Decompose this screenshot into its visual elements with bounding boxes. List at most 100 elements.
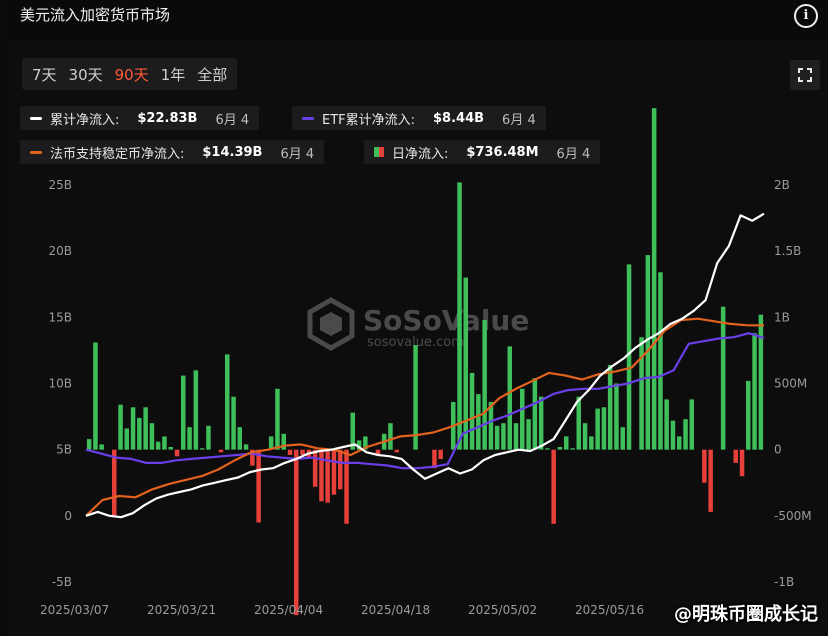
daily-bar[interactable] [93, 342, 98, 450]
daily-bar[interactable] [532, 378, 538, 450]
x-tick: 2025/05/02 [468, 603, 537, 617]
daily-bar[interactable] [162, 436, 167, 450]
daily-bar[interactable] [463, 277, 469, 450]
y-left-tick: -5B [52, 575, 72, 589]
axes: -5B 0 5B 10B 15B 20B 25B -1B -500M 0 500M 1B 1.5B 2B 2… [40, 178, 812, 617]
daily-bar[interactable] [155, 441, 161, 450]
daily-bar[interactable] [174, 449, 180, 457]
daily-bar[interactable] [582, 423, 588, 450]
daily-bar[interactable] [457, 182, 462, 450]
daily-bar[interactable] [193, 370, 199, 450]
daily-bar[interactable] [589, 436, 594, 450]
daily-bar[interactable] [137, 417, 142, 450]
daily-bar[interactable] [312, 449, 318, 487]
daily-bar[interactable] [112, 449, 117, 516]
daily-bar[interactable] [520, 388, 525, 450]
daily-bar[interactable] [168, 447, 174, 450]
daily-bar[interactable] [570, 448, 575, 450]
daily-bar[interactable] [86, 439, 92, 450]
daily-bar[interactable] [639, 337, 644, 450]
daily-bar[interactable] [677, 436, 682, 450]
daily-bar[interactable] [275, 388, 280, 450]
daily-bar[interactable] [538, 396, 544, 450]
daily-bar[interactable] [501, 423, 506, 450]
y-right-tick: -1B [774, 575, 794, 589]
daily-bar[interactable] [181, 375, 186, 450]
daily-bar[interactable] [476, 394, 481, 450]
y-right-tick: 2B [774, 178, 790, 192]
x-tick: 2025/04/18 [361, 603, 430, 617]
daily-bar[interactable] [206, 425, 211, 450]
y-left-tick: 0 [64, 509, 72, 523]
y-left-tick: 25B [48, 178, 72, 192]
daily-bar[interactable] [256, 449, 261, 523]
daily-bar[interactable] [746, 380, 751, 450]
daily-bar[interactable] [651, 108, 657, 450]
daily-bar[interactable] [658, 272, 663, 450]
y-left-tick: 10B [48, 377, 72, 391]
daily-bar[interactable] [689, 399, 695, 450]
daily-bar[interactable] [576, 396, 582, 450]
daily-bar[interactable] [620, 427, 626, 450]
daily-bar[interactable] [739, 449, 745, 477]
daily-bar[interactable] [287, 449, 293, 455]
daily-bar[interactable] [231, 396, 236, 450]
daily-bar[interactable] [118, 404, 123, 450]
daily-bar[interactable] [758, 314, 764, 450]
daily-bar[interactable] [388, 423, 393, 450]
daily-bar[interactable] [601, 407, 607, 450]
daily-bar[interactable] [294, 449, 299, 616]
y-right-tick: 0 [774, 443, 782, 457]
daily-bar[interactable] [344, 449, 349, 524]
daily-bar[interactable] [614, 383, 619, 450]
daily-bar[interactable] [507, 346, 513, 450]
daily-bar[interactable] [595, 408, 600, 450]
daily-bar[interactable] [564, 436, 569, 450]
daily-bar[interactable] [720, 306, 726, 450]
x-tick: 2025/04/04 [254, 603, 323, 617]
daily-bar[interactable] [557, 447, 563, 450]
daily-bar[interactable] [218, 449, 224, 453]
daily-bar[interactable] [670, 420, 676, 450]
daily-bar[interactable] [143, 407, 148, 450]
daily-bar[interactable] [394, 449, 400, 453]
daily-bar[interactable] [526, 419, 531, 450]
daily-bar[interactable] [187, 427, 192, 450]
daily-bar[interactable] [331, 449, 337, 495]
daily-bar[interactable] [325, 449, 330, 503]
daily-bar[interactable] [683, 419, 688, 450]
x-tick: 2025/03/21 [147, 603, 216, 617]
daily-bar[interactable] [99, 444, 104, 450]
daily-bar[interactable] [607, 365, 613, 450]
daily-bar[interactable] [438, 449, 443, 459]
daily-bar[interactable] [494, 425, 500, 450]
daily-bar[interactable] [708, 449, 713, 512]
daily-bar[interactable] [513, 423, 519, 450]
daily-bar[interactable] [469, 372, 475, 450]
daily-bar[interactable] [545, 448, 550, 450]
daily-bar[interactable] [149, 423, 155, 450]
y-left-tick: 20B [48, 244, 72, 258]
daily-bar[interactable] [702, 449, 707, 483]
x-tick: 2025/05/16 [575, 603, 644, 617]
sosovalue-logo-icon [307, 297, 355, 351]
daily-bar[interactable] [243, 444, 249, 450]
watermark: SoSoValue sosovalue.com [307, 297, 529, 351]
daily-bar[interactable] [752, 333, 757, 450]
daily-bar[interactable] [319, 449, 324, 502]
daily-bars [86, 108, 764, 616]
daily-bar[interactable] [237, 427, 243, 450]
daily-bar[interactable] [338, 449, 343, 490]
daily-bar[interactable] [199, 448, 205, 450]
daily-bar[interactable] [551, 449, 556, 524]
daily-bar[interactable] [733, 449, 739, 463]
daily-bar[interactable] [664, 399, 669, 450]
daily-bar[interactable] [626, 264, 632, 450]
x-tick: 2025/03/07 [40, 603, 109, 617]
daily-bar[interactable] [482, 320, 487, 450]
daily-bar[interactable] [130, 407, 136, 450]
daily-bar[interactable] [124, 428, 130, 450]
y-left-tick: 5B [56, 443, 72, 457]
flow-chart: SoSoValue sosovalue.com -5B 0 5B 10B 15B 20B 2… [40, 108, 812, 617]
daily-bar[interactable] [225, 354, 230, 450]
